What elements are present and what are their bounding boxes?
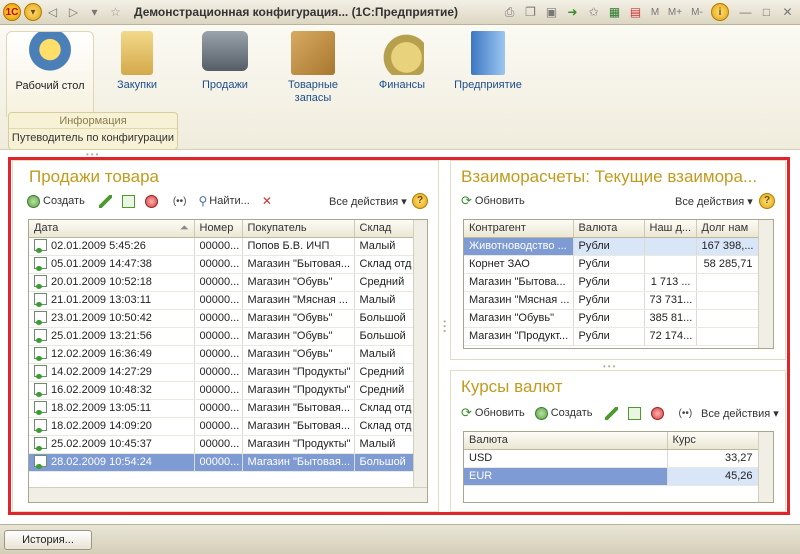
maximize-icon[interactable]: □ bbox=[758, 4, 775, 21]
close-icon[interactable]: ✕ bbox=[779, 4, 796, 21]
star-icon[interactable]: ☆ bbox=[107, 4, 124, 21]
building-icon bbox=[471, 31, 505, 75]
configuration-guide-link[interactable]: Путеводитель по конфигурации bbox=[9, 129, 177, 148]
arrow-icon[interactable]: ➜ bbox=[564, 4, 581, 21]
history-button[interactable]: История... bbox=[4, 530, 92, 550]
main-menu-icon[interactable]: ▾ bbox=[24, 3, 42, 21]
save-icon[interactable]: ▣ bbox=[543, 4, 560, 21]
desk-lamp-icon bbox=[28, 32, 72, 76]
forward-icon[interactable]: ▷ bbox=[65, 4, 82, 21]
section-label: Закупки bbox=[116, 79, 158, 91]
section-finance[interactable]: Финансы bbox=[362, 31, 442, 92]
favorites-icon[interactable]: ✩ bbox=[585, 4, 602, 21]
cash-register-icon bbox=[202, 31, 248, 71]
info-icon[interactable]: i bbox=[711, 3, 729, 21]
coins-icon bbox=[380, 31, 424, 75]
1c-logo-icon[interactable]: 1С bbox=[3, 3, 21, 21]
section-purchases[interactable]: Закупки bbox=[97, 31, 177, 92]
shopping-bag-icon bbox=[121, 31, 153, 75]
section-desktop[interactable]: Рабочий стол bbox=[6, 31, 94, 117]
memory-mminus-button[interactable]: M- bbox=[688, 4, 706, 21]
section-inventory[interactable]: Товарные запасы bbox=[273, 31, 353, 105]
section-sales[interactable]: Продажи bbox=[185, 31, 265, 92]
box-icon bbox=[291, 31, 335, 75]
section-label: Товарные запасы bbox=[287, 79, 339, 104]
section-label: Финансы bbox=[378, 79, 426, 91]
section-label: Продажи bbox=[202, 79, 248, 91]
calendar-icon[interactable]: ▤ bbox=[627, 4, 644, 21]
minimize-icon[interactable]: — bbox=[737, 4, 754, 21]
info-group: Информация Путеводитель по конфигурации bbox=[8, 112, 178, 150]
chevron-down-icon[interactable]: ▾ bbox=[86, 4, 103, 21]
section-label: Рабочий стол bbox=[15, 80, 85, 92]
info-group-header: Информация bbox=[9, 113, 177, 129]
memory-mplus-button[interactable]: M+ bbox=[666, 4, 684, 21]
print-icon[interactable]: ⎙ bbox=[501, 4, 518, 21]
back-icon[interactable]: ◁ bbox=[44, 4, 61, 21]
status-bar: История... bbox=[0, 524, 800, 554]
title-bar: 1С ▾ ◁ ▷ ▾ ☆ Демонстрационная конфигурац… bbox=[0, 0, 800, 25]
copy-icon[interactable]: ❐ bbox=[522, 4, 539, 21]
section-label: Предприятие bbox=[454, 79, 522, 91]
window-title: Демонстрационная конфигурация... (1С:Пре… bbox=[134, 5, 459, 19]
highlight-frame bbox=[8, 157, 790, 515]
sections-panel: Рабочий стол Закупки Продажи Товарные за… bbox=[0, 25, 800, 150]
section-enterprise[interactable]: Предприятие bbox=[448, 31, 528, 92]
calculator-icon[interactable]: ▦ bbox=[606, 4, 623, 21]
memory-m-button[interactable]: M bbox=[648, 4, 662, 21]
